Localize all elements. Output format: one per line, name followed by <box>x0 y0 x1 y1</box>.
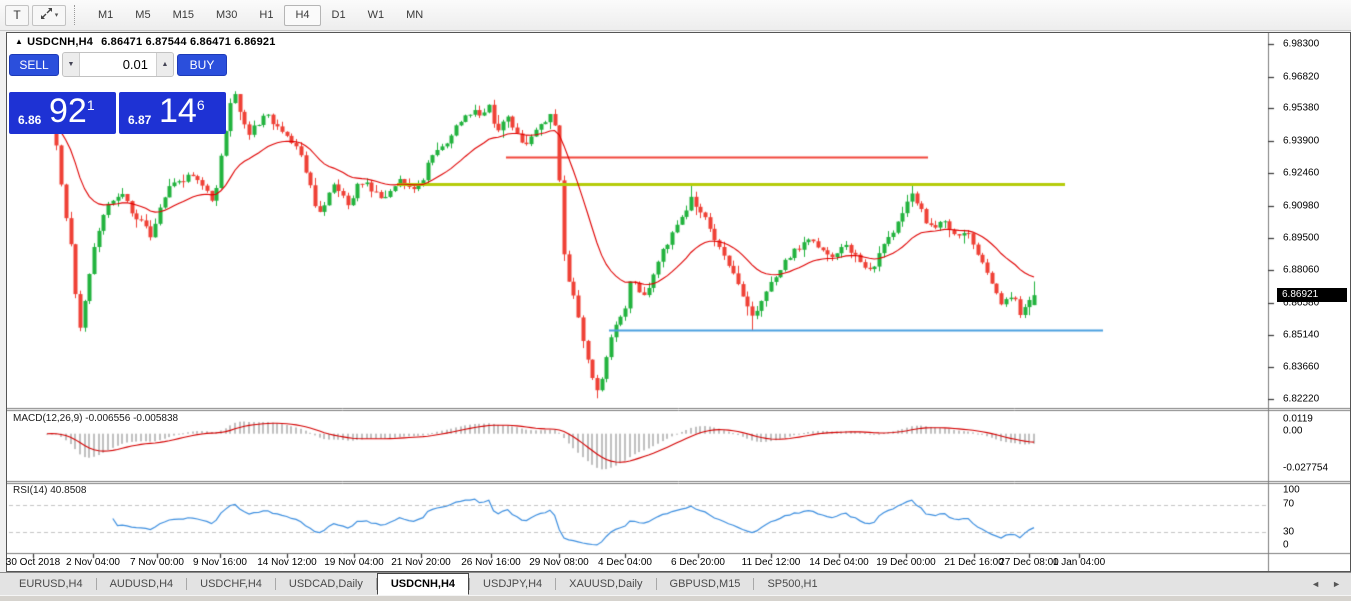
indicator-axis-label: 30 <box>1283 527 1294 538</box>
time-axis-label: 30 Oct 2018 <box>6 557 60 568</box>
timeframe-button-h1[interactable]: H1 <box>248 5 284 26</box>
main-toolbar: T ▾ M1M5M15M30H1H4D1W1MN <box>0 0 1351 31</box>
bid-price-prefix: 6.86 <box>18 113 41 127</box>
time-axis-label: 27 Dec 08:00 <box>999 557 1059 568</box>
status-strip <box>0 595 1351 601</box>
price-axis-label: 6.85140 <box>1283 329 1319 340</box>
price-axis-label: 6.95380 <box>1283 103 1319 114</box>
tabs-container: EURUSD,H4AUDUSD,H4USDCHF,H4USDCAD,DailyU… <box>6 573 831 595</box>
time-axis-label: 21 Dec 16:00 <box>944 557 1004 568</box>
indicator-axis-label: 100 <box>1283 485 1300 496</box>
tab-usdchf-h4[interactable]: USDCHF,H4 <box>187 573 275 595</box>
price-axis-label: 6.98300 <box>1283 39 1319 50</box>
price-axis-label: 6.83660 <box>1283 362 1319 373</box>
timeframe-button-group: M1M5M15M30H1H4D1W1MN <box>87 5 434 26</box>
chart-symbol: USDCNH,H4 <box>27 36 93 48</box>
price-axis-label: 6.90980 <box>1283 200 1319 211</box>
timeframe-button-mn[interactable]: MN <box>395 5 434 26</box>
indicator-axis-label: 70 <box>1283 499 1294 510</box>
one-click-trade-widget: SELL ▼ 0.01 ▲ BUY 6.86 921 6.87 146 <box>9 49 227 135</box>
price-axis-label: 6.92460 <box>1283 167 1319 178</box>
price-axis-label: 6.88060 <box>1283 265 1319 276</box>
lot-size-stepper: ▼ 0.01 ▲ <box>62 52 174 77</box>
time-axis-label: 29 Nov 08:00 <box>529 557 589 568</box>
lot-size-input[interactable]: 0.01 <box>80 53 156 76</box>
time-axis-label: 26 Nov 16:00 <box>461 557 521 568</box>
timeframe-button-w1[interactable]: W1 <box>357 5 396 26</box>
timeframe-button-d1[interactable]: D1 <box>321 5 357 26</box>
bid-price-pipette: 1 <box>87 97 95 113</box>
chart-window: ▲ USDCNH,H4 6.86471 6.87544 6.86471 6.8692… <box>6 32 1351 572</box>
indicator-axis-label: -0.027754 <box>1283 463 1328 474</box>
tab-audusd-h4[interactable]: AUDUSD,H4 <box>97 573 187 595</box>
time-axis-label: 11 Dec 12:00 <box>742 557 801 568</box>
text-tool-button[interactable]: T <box>5 5 29 26</box>
time-axis-label: 19 Dec 00:00 <box>876 557 936 568</box>
time-axis-label: 2 Nov 04:00 <box>66 557 120 568</box>
time-axis-label: 14 Dec 04:00 <box>809 557 869 568</box>
tab-usdjpy-h4[interactable]: USDJPY,H4 <box>470 573 555 595</box>
price-axis-label: 6.82220 <box>1283 393 1319 404</box>
time-axis-label: 21 Nov 20:00 <box>391 557 451 568</box>
timeframe-button-m1[interactable]: M1 <box>87 5 124 26</box>
lot-increase-button[interactable]: ▲ <box>156 53 173 76</box>
indicator-axis-label: 0 <box>1283 540 1289 551</box>
tab-usdcnh-h4[interactable]: USDCNH,H4 <box>377 573 469 595</box>
sell-button[interactable]: SELL <box>9 54 59 76</box>
price-axis-label: 6.96820 <box>1283 71 1319 82</box>
time-axis-label: 6 Dec 20:00 <box>671 557 725 568</box>
toolbar-separator <box>74 5 80 25</box>
chart-title: ▲ USDCNH,H4 6.86471 6.87544 6.86471 6.8692… <box>15 36 276 48</box>
ask-price-display[interactable]: 6.87 146 <box>119 92 226 134</box>
ask-price-main: 146 <box>159 92 205 131</box>
diagonal-arrows-icon <box>40 7 53 23</box>
price-axis-label: 6.89500 <box>1283 233 1319 244</box>
chart-tab-bar: EURUSD,H4AUDUSD,H4USDCHF,H4USDCAD,DailyU… <box>0 572 1351 595</box>
indicator-axis-label: 0.00 <box>1283 426 1302 437</box>
timeframe-button-m5[interactable]: M5 <box>124 5 161 26</box>
time-axis-label: 19 Nov 04:00 <box>324 557 384 568</box>
tab-scroll-left-icon[interactable]: ◄ <box>1311 579 1320 589</box>
tab-scroll-right-icon[interactable]: ► <box>1332 579 1341 589</box>
chevron-down-icon: ▾ <box>55 11 59 19</box>
bid-price-main: 921 <box>49 92 95 131</box>
tab-sp500-h1[interactable]: SP500,H1 <box>754 573 830 595</box>
bid-price-display[interactable]: 6.86 921 <box>9 92 116 134</box>
cursor-tool-button[interactable]: ▾ <box>32 5 66 26</box>
ask-price-pipette: 6 <box>197 97 205 113</box>
text-tool-icon: T <box>13 8 20 22</box>
ask-price-prefix: 6.87 <box>128 113 151 127</box>
timeframe-button-m30[interactable]: M30 <box>205 5 248 26</box>
price-axis-label: 6.93900 <box>1283 136 1319 147</box>
indicator-axis-label: 0.0119 <box>1283 414 1313 425</box>
time-axis-label: 4 Dec 04:00 <box>598 557 652 568</box>
symbol-marker-icon: ▲ <box>15 37 23 46</box>
current-price-badge: 6.86921 <box>1277 288 1347 302</box>
timeframe-button-h4[interactable]: H4 <box>284 5 320 26</box>
tab-eurusd-h4[interactable]: EURUSD,H4 <box>6 573 96 595</box>
rsi-indicator-label: RSI(14) 40.8508 <box>13 485 86 496</box>
macd-indicator-label: MACD(12,26,9) -0.006556 -0.005838 <box>13 413 178 424</box>
chart-ohlc-values: 6.86471 6.87544 6.86471 6.86921 <box>101 36 275 48</box>
tab-xauusd-daily[interactable]: XAUUSD,Daily <box>556 573 655 595</box>
tab-scroll-controls: ◄ ► <box>1311 573 1341 595</box>
time-axis-label: 1 Jan 04:00 <box>1053 557 1105 568</box>
time-axis-label: 14 Nov 12:00 <box>257 557 317 568</box>
time-axis-label: 7 Nov 00:00 <box>130 557 184 568</box>
timeframe-button-m15[interactable]: M15 <box>162 5 205 26</box>
tab-gbpusd-m15[interactable]: GBPUSD,M15 <box>657 573 754 595</box>
tab-usdcad-daily[interactable]: USDCAD,Daily <box>276 573 376 595</box>
lot-decrease-button[interactable]: ▼ <box>63 53 80 76</box>
buy-button[interactable]: BUY <box>177 54 227 76</box>
time-axis-label: 9 Nov 16:00 <box>193 557 247 568</box>
